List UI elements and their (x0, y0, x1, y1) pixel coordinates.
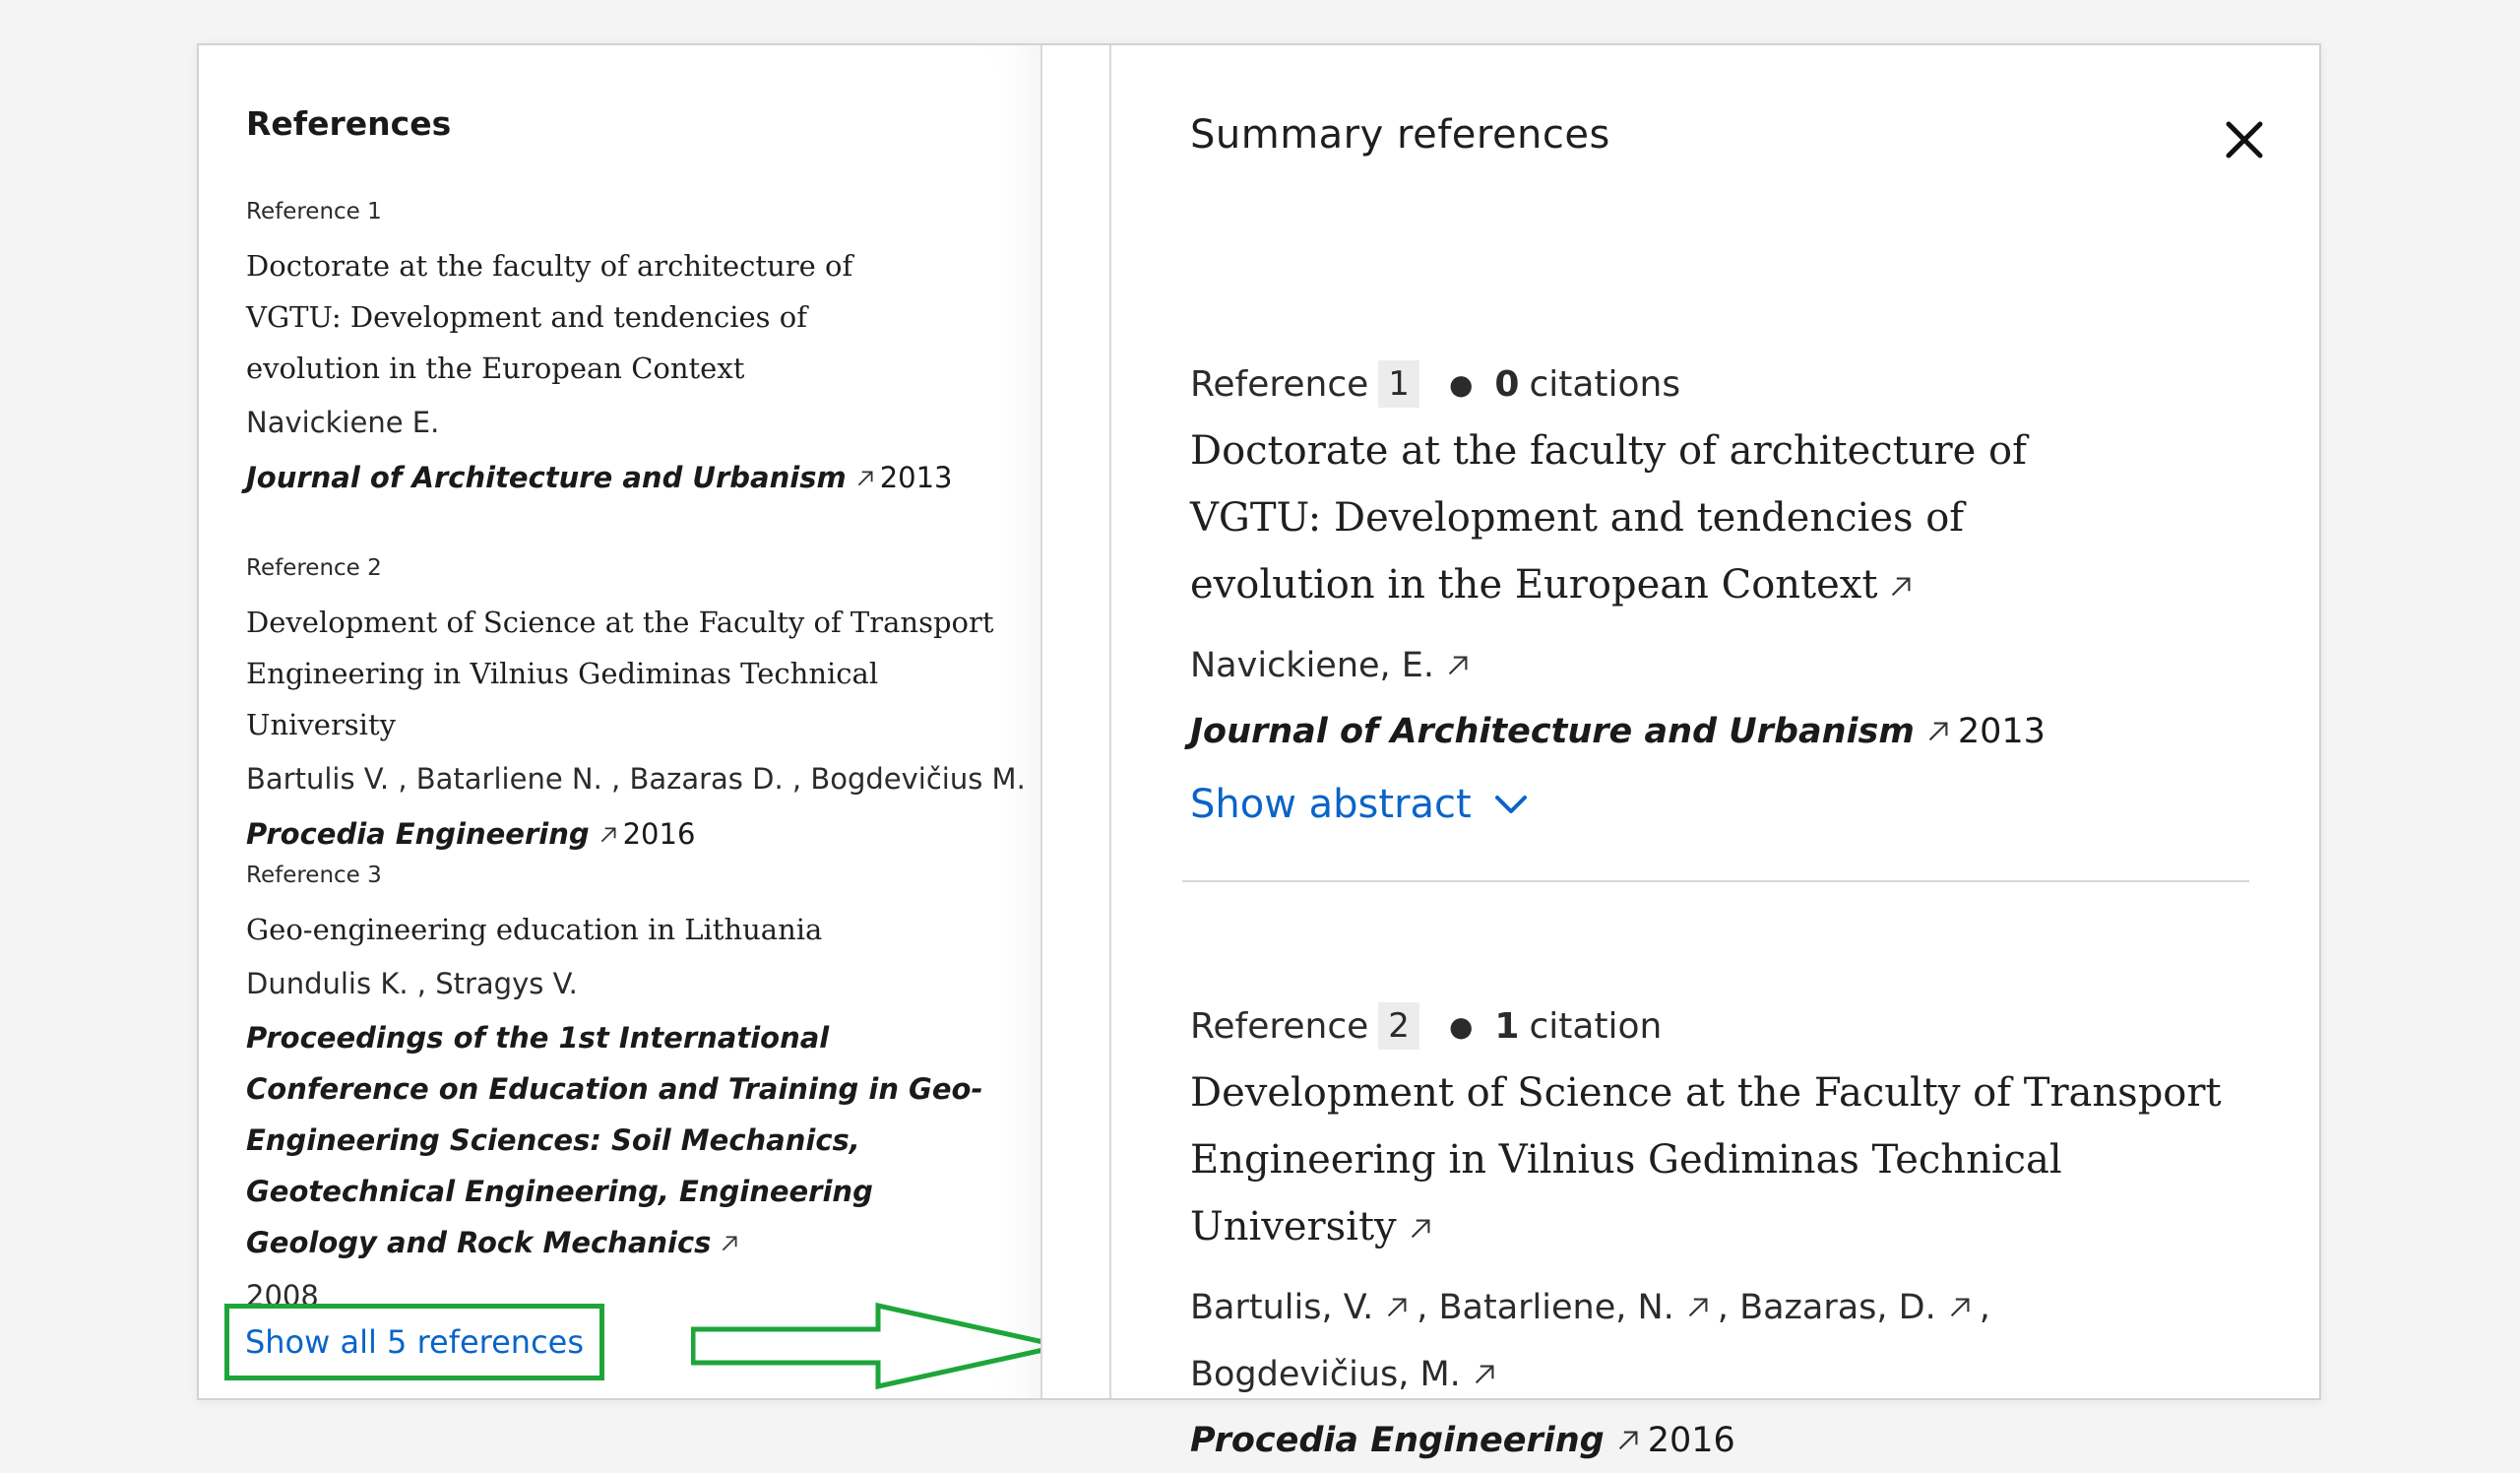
journal-link[interactable]: Procedia Engineering (246, 817, 590, 851)
reference-journal-line: Procedia Engineering 2016 (246, 807, 1034, 861)
external-link-icon[interactable] (1444, 652, 1472, 679)
reference-title[interactable]: Doctorate at the faculty of architecture… (246, 240, 935, 394)
journal-link[interactable]: Procedia Engineering (1190, 1421, 1605, 1460)
reference-number-badge: 2 (1378, 1002, 1419, 1050)
external-link-icon[interactable] (1946, 1294, 1974, 1321)
external-link-icon[interactable] (1924, 718, 1952, 745)
author-link[interactable]: Bartulis, V. (1190, 1288, 1373, 1327)
external-link-icon[interactable] (1887, 573, 1915, 601)
citation-count: 0 (1494, 363, 1520, 405)
external-link-icon[interactable] (1407, 1215, 1434, 1243)
references-sidebar: References Reference 1 Doctorate at the … (199, 45, 1062, 1398)
reference-label: Reference 3 (246, 863, 382, 888)
separator-dot: ● (1448, 367, 1474, 401)
reference-journal-line: Journal of Architecture and Urbanism 2013 (246, 451, 1034, 504)
journal-link[interactable]: Journal of Architecture and Urbanism (1190, 712, 1915, 751)
separator-dot: ● (1448, 1009, 1474, 1043)
reference-authors[interactable]: Bartulis V. , Batarliene N. , Bazaras D.… (246, 750, 1034, 807)
author-link[interactable]: Batarliene, N. (1439, 1288, 1674, 1327)
reference-meta: Reference 1 ● 0 citations (1190, 354, 2273, 414)
author-link[interactable]: Navickiene, E. (1190, 646, 1434, 685)
reference-authors[interactable]: Dundulis K. , Stragys V. (246, 955, 1034, 1012)
citation-count: 1 (1494, 1005, 1520, 1047)
annotation-arrow-icon (691, 1302, 1062, 1390)
left-reference-2: Reference 2 Development of Science at th… (246, 555, 1034, 861)
reference-journal-line: Journal of Architecture and Urbanism 2013 (1190, 699, 2273, 764)
reference-label: Reference 1 (246, 199, 382, 224)
show-all-references-button[interactable]: Show all 5 references (224, 1304, 604, 1380)
external-link-icon[interactable] (1383, 1294, 1411, 1321)
author-link[interactable]: Bogdevičius, M. (1190, 1355, 1461, 1394)
show-abstract-label[interactable]: Show abstract (1190, 782, 1472, 827)
references-heading: References (246, 104, 452, 143)
reference-authors: Bartulis, V., Batarliene, N., Bazaras, D… (1190, 1288, 1990, 1394)
external-link-icon[interactable] (1614, 1427, 1642, 1454)
citation-word: citations (1529, 363, 1681, 405)
reference-journal-line: Procedia Engineering 2016 (1190, 1408, 2273, 1473)
author-link[interactable]: Bazaras, D. (1739, 1288, 1936, 1327)
reference-year: 2016 (622, 817, 696, 851)
reference-title[interactable]: Development of Science at the Faculty of… (246, 597, 994, 750)
reference-meta: Reference 2 ● 1 citation (1190, 996, 2273, 1056)
summary-reference-2: Reference 2 ● 1 citation Development of … (1190, 996, 2273, 1473)
summary-reference-1: Reference 1 ● 0 citations Doctorate at t… (1190, 354, 2273, 827)
reference-title[interactable]: Development of Science at the Faculty of… (1190, 1070, 2222, 1249)
reference-label: Reference (1190, 363, 1369, 405)
reference-divider (1182, 880, 2249, 882)
reference-year: 2016 (1647, 1421, 1735, 1460)
reference-title[interactable]: Geo-engineering education in Lithuania (246, 904, 1034, 955)
left-reference-1: Reference 1 Doctorate at the faculty of … (246, 199, 1034, 504)
journal-link[interactable]: Journal of Architecture and Urbanism (246, 461, 847, 494)
external-link-icon[interactable] (719, 1233, 740, 1254)
external-link-icon[interactable] (854, 468, 876, 489)
citation-word: citation (1529, 1005, 1663, 1047)
references-dialog: References Reference 1 Doctorate at the … (197, 43, 2321, 1460)
summary-references-panel: Summary references Reference 1 ● 0 citat… (1111, 45, 2319, 1460)
reference-year: 2013 (879, 461, 953, 494)
summary-references-heading: Summary references (1190, 112, 1610, 158)
reference-title-link[interactable]: Doctorate at the faculty of architecture… (1190, 417, 2135, 618)
left-reference-3: Reference 3 Geo-engineering education in… (246, 863, 1034, 1323)
show-abstract-button[interactable]: Show abstract (1190, 782, 1531, 827)
external-link-icon[interactable] (598, 824, 619, 846)
journal-link[interactable]: Proceedings of the 1st International Con… (246, 1021, 983, 1259)
reference-label: Reference 2 (246, 555, 382, 581)
reference-number-badge: 1 (1378, 360, 1419, 408)
close-icon[interactable] (2221, 116, 2268, 163)
reference-label: Reference (1190, 1005, 1369, 1047)
external-link-icon[interactable] (1684, 1294, 1712, 1321)
external-link-icon[interactable] (1471, 1361, 1498, 1388)
reference-journal-line: Proceedings of the 1st International Con… (246, 1012, 1004, 1268)
reference-year: 2013 (1957, 712, 2046, 751)
reference-title-link[interactable]: Development of Science at the Faculty of… (1190, 1059, 2253, 1260)
reference-authors: Navickiene, E. (1190, 632, 2273, 699)
reference-authors[interactable]: Navickiene E. (246, 394, 1034, 451)
chevron-down-icon[interactable] (1491, 785, 1531, 824)
panel-divider (1040, 45, 1111, 1398)
